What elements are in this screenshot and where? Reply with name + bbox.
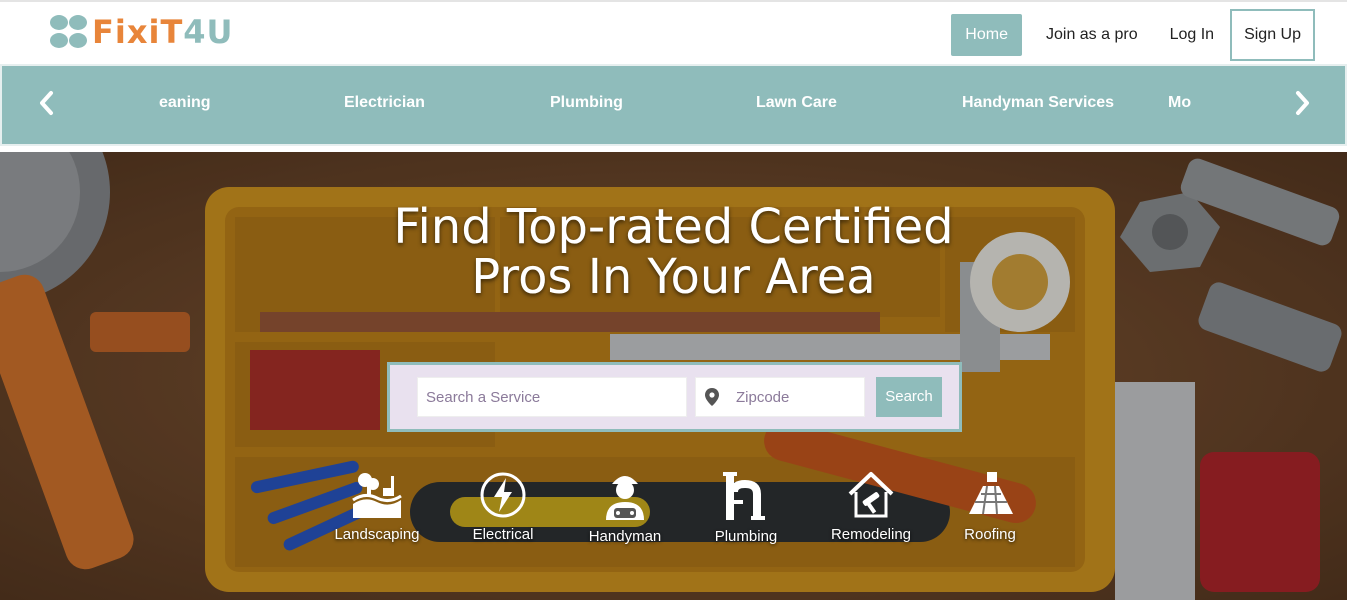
chevron-left-icon[interactable]	[34, 88, 58, 118]
location-pin-icon	[705, 388, 719, 406]
logo-text-part1: FixiT	[92, 13, 184, 51]
logo-mark-icon	[50, 15, 88, 49]
hero-section: Find Top-rated Certified Pros In Your Ar…	[0, 152, 1347, 600]
service-plumbing[interactable]: Plumbing	[686, 470, 806, 545]
hero-title: Find Top-rated Certified Pros In Your Ar…	[0, 202, 1347, 302]
service-remodeling[interactable]: Remodeling	[811, 470, 931, 543]
chevron-right-icon[interactable]	[1291, 88, 1315, 118]
main-nav: Home Join as a pro Log In Sign Up	[951, 9, 1315, 61]
service-roofing[interactable]: Roofing	[930, 470, 1050, 543]
landscaping-icon	[352, 473, 402, 518]
service-label: Electrical	[472, 526, 534, 543]
service-label: Roofing	[964, 526, 1016, 543]
nav-login-link[interactable]: Log In	[1154, 14, 1230, 56]
category-item[interactable]: Mo	[1168, 94, 1191, 112]
nav-home-link[interactable]: Home	[951, 14, 1022, 56]
nav-join-link[interactable]: Join as a pro	[1030, 14, 1154, 56]
hero-title-line2: Pros In Your Area	[471, 249, 876, 305]
search-button[interactable]: Search	[876, 377, 942, 417]
category-item[interactable]: Plumbing	[550, 94, 623, 112]
nav-signup-button[interactable]: Sign Up	[1230, 9, 1315, 61]
category-item[interactable]: eaning	[159, 94, 211, 112]
search-panel: Search a Service Zipcode Search	[387, 362, 962, 432]
service-landscaping[interactable]: Landscaping	[317, 470, 437, 543]
service-handyman[interactable]: Handyman	[565, 470, 685, 545]
logo-text-part2: 4U	[183, 13, 234, 51]
header: FixiT4U Home Join as a pro Log In Sign U…	[0, 0, 1347, 64]
logo-text: FixiT4U	[92, 16, 234, 48]
service-label: Handyman	[588, 528, 662, 545]
category-item[interactable]: Electrician	[344, 94, 425, 112]
service-shortcuts: Landscaping Electrical Handyman Plumbing…	[0, 470, 1347, 550]
zipcode-input[interactable]: Zipcode	[695, 377, 865, 417]
category-item[interactable]: Lawn Care	[756, 94, 837, 112]
service-label: Plumbing	[714, 528, 778, 545]
category-item[interactable]: Handyman Services	[962, 94, 1114, 112]
category-slider: eaning Electrician Plumbing Lawn Care Ha…	[0, 64, 1347, 146]
category-track: eaning Electrician Plumbing Lawn Care Ha…	[142, 66, 1192, 144]
pipe-icon	[723, 472, 765, 520]
roof-icon	[969, 472, 1013, 515]
service-search-input[interactable]: Search a Service	[417, 377, 687, 417]
lightning-icon	[480, 472, 526, 518]
logo[interactable]: FixiT4U	[50, 12, 234, 52]
service-electrical[interactable]: Electrical	[443, 470, 563, 543]
service-label: Remodeling	[830, 526, 912, 543]
handyman-icon	[606, 476, 644, 520]
service-label: Landscaping	[334, 526, 420, 543]
hero-title-line1: Find Top-rated Certified	[393, 199, 954, 255]
house-hammer-icon	[848, 472, 894, 518]
